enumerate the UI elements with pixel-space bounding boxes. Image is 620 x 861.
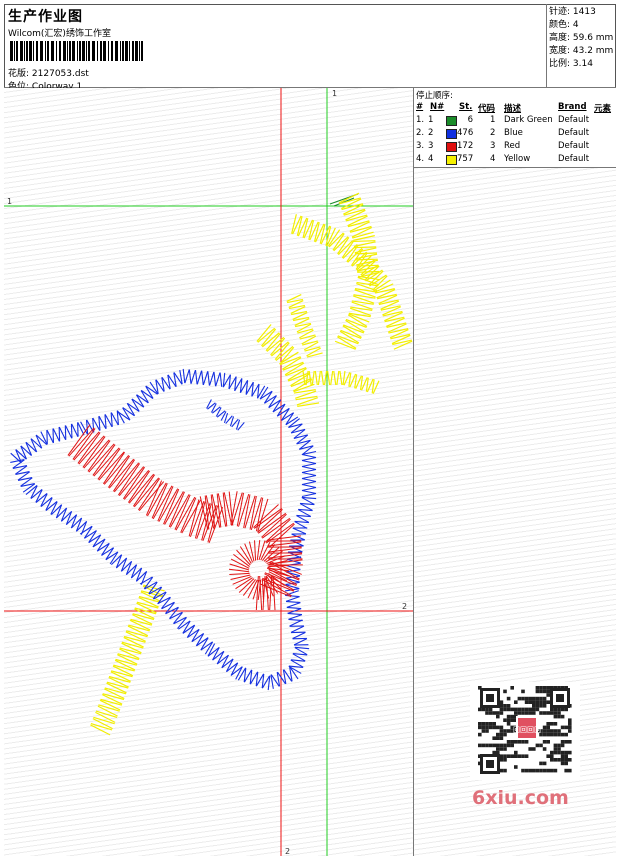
company-name: Wilcom(汇宏)绣饰工作室	[8, 29, 111, 39]
qr-code: 回回回回	[470, 682, 580, 780]
col-brand: Brand	[558, 102, 587, 112]
row-n: 2	[428, 128, 434, 138]
design-drawing: 1 1 2 2	[4, 88, 413, 856]
color-swatch	[446, 129, 457, 139]
row-stitches: 6	[467, 115, 473, 125]
row-code: 2	[490, 128, 496, 138]
row-number: 1.	[416, 115, 425, 125]
guide-label-green-v: 1	[332, 89, 337, 98]
col-element: 元素	[594, 104, 612, 114]
row-stitches: 172	[457, 141, 474, 151]
row-number: 3.	[416, 141, 425, 151]
design-value: 2127053.dst	[31, 69, 89, 79]
barcode	[10, 41, 143, 61]
red-stitches	[67, 424, 303, 611]
design-label: 花版:	[8, 69, 30, 79]
scale-ratio: 比例: 3.14	[549, 59, 593, 69]
site-watermark: 6xiu.com	[472, 787, 569, 809]
guide-label-red-v: 2	[285, 847, 290, 856]
col-code: 代码	[478, 104, 496, 114]
row-n: 3	[428, 141, 434, 151]
embroidery-canvas: 1 1 2 2	[4, 88, 414, 856]
page-title: 生产作业图	[8, 9, 83, 25]
col-n: N#	[430, 102, 445, 112]
table-row: 4. 4 757 4 Yellow Default	[416, 154, 614, 166]
row-number: 4.	[416, 154, 425, 164]
design-file: 花版: 2127053.dst	[8, 66, 89, 79]
row-stitches: 476	[457, 128, 474, 138]
stitch-count: 针迹: 1413	[549, 7, 596, 17]
color-swatch	[446, 116, 457, 126]
stop-sequence-table: 停止顺序: # N# St. 代码 描述 Brand 元素 1. 1 6 1 Dark …	[414, 88, 616, 168]
table-header: # N# St. 代码 描述 Brand 元素	[416, 102, 614, 114]
col-st: St.	[459, 102, 473, 112]
design-width: 宽度: 43.2 mm	[549, 46, 614, 56]
row-code: 4	[490, 154, 496, 164]
row-brand: Default	[558, 141, 590, 151]
row-brand: Default	[558, 115, 590, 125]
row-n: 1	[428, 115, 434, 125]
row-number: 2.	[416, 128, 425, 138]
guide-label-green-h: 1	[7, 197, 12, 206]
stats-panel: 针迹: 1413 颜色: 4 高度: 59.6 mm 宽度: 43.2 mm 比…	[547, 4, 616, 88]
row-description: Dark Green	[504, 115, 553, 125]
row-brand: Default	[558, 154, 590, 164]
row-description: Yellow	[504, 154, 531, 164]
table-row: 3. 3 172 3 Red Default	[416, 141, 614, 153]
row-code: 3	[490, 141, 496, 151]
design-height: 高度: 59.6 mm	[549, 33, 614, 43]
stop-sequence-title: 停止顺序:	[416, 91, 453, 101]
guide-label-red-h: 2	[402, 602, 407, 611]
header-panel: 生产作业图 Wilcom(汇宏)绣饰工作室 花版: 2127053.dst 色位…	[4, 4, 547, 92]
qr-badge: 回回回回	[513, 726, 541, 734]
row-n: 4	[428, 154, 434, 164]
row-description: Red	[504, 141, 521, 151]
table-row: 2. 2 476 2 Blue Default	[416, 128, 614, 140]
color-swatch	[446, 155, 457, 165]
row-stitches: 757	[457, 154, 474, 164]
row-brand: Default	[558, 128, 590, 138]
color-count: 颜色: 4	[549, 20, 579, 30]
row-description: Blue	[504, 128, 523, 138]
col-hash: #	[416, 102, 424, 112]
table-row: 1. 1 6 1 Dark Green Default	[416, 115, 614, 127]
col-desc: 描述	[504, 104, 522, 114]
row-code: 1	[490, 115, 496, 125]
color-swatch	[446, 142, 457, 152]
qr-pattern: 回回回回	[478, 686, 572, 774]
